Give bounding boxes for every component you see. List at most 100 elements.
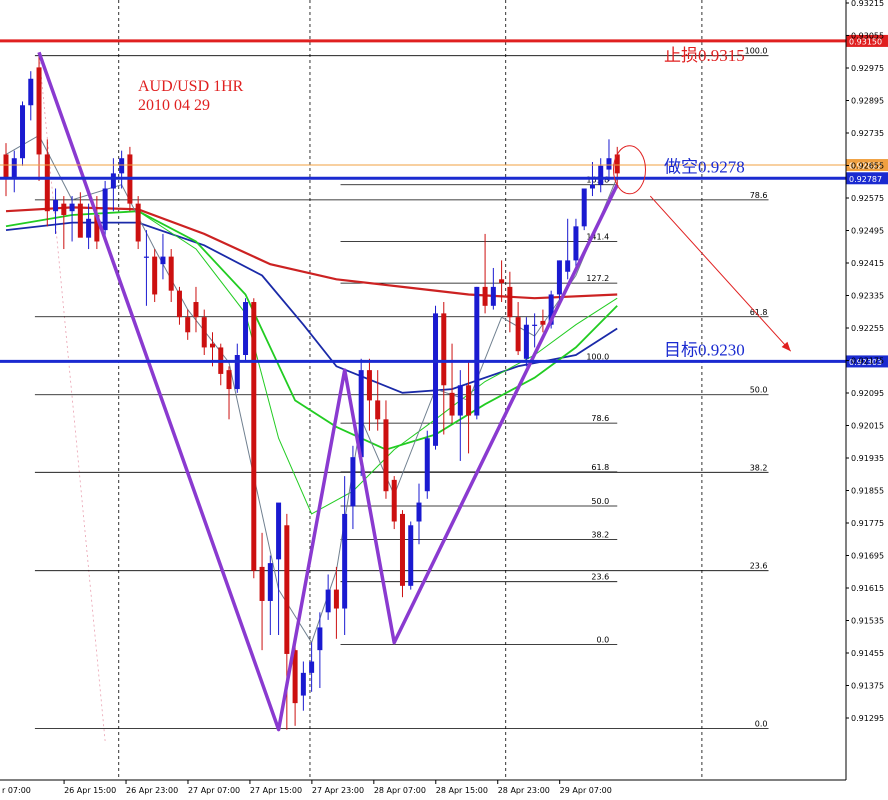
fib-big-label: 50.0 (750, 386, 768, 395)
x-tick-label: 28 Apr 23:00 (498, 786, 550, 795)
candle-body (457, 385, 463, 416)
fib-big-label: 0.0 (755, 719, 768, 728)
level-annotation: 目标0.9230 (664, 340, 745, 359)
candle-body (474, 286, 480, 416)
candle-body (28, 78, 34, 106)
candle-body (424, 438, 430, 492)
price-chart: 161.8141.4127.2100.078.661.850.038.223.6… (0, 0, 888, 795)
candle-body (399, 513, 405, 586)
candle-body (482, 286, 488, 306)
candle-body (532, 324, 538, 326)
candle-body (152, 256, 158, 295)
candle-body (102, 188, 108, 231)
candle-body (375, 400, 381, 420)
candle-body (3, 154, 9, 178)
y-tick-label: 0.91375 (851, 682, 884, 691)
fib-upper-label: 61.8 (591, 463, 609, 472)
candle-body (69, 203, 75, 212)
candle-body (383, 419, 389, 492)
candle-body (86, 218, 92, 238)
candle-body (589, 184, 595, 189)
plot-background (0, 0, 846, 780)
y-tick-label: 0.92255 (851, 324, 884, 333)
candle-body (201, 317, 207, 348)
fib-upper-label: 127.2 (586, 274, 609, 283)
y-tick-label: 0.92175 (851, 357, 884, 366)
candle-body (598, 165, 604, 185)
candle-body (119, 158, 125, 174)
candle-body (606, 158, 612, 170)
fib-upper-label: 23.6 (591, 573, 609, 582)
x-tick-label: 28 Apr 15:00 (436, 786, 488, 795)
candle-body (333, 589, 339, 609)
candle-body (433, 313, 439, 446)
candle-body (515, 317, 521, 352)
candle-body (565, 260, 571, 272)
candle-body (499, 279, 505, 284)
x-tick-label: 27 Apr 07:00 (188, 786, 240, 795)
candle-body (466, 385, 472, 416)
candle-body (350, 457, 356, 507)
y-tick-label: 0.91295 (851, 714, 884, 723)
fib-big-label: 78.6 (750, 191, 768, 200)
candle-body (259, 566, 265, 601)
candle-body (317, 627, 323, 651)
candle-body (168, 256, 174, 291)
candle-body (441, 313, 447, 386)
candle-body (11, 158, 17, 178)
candle-body (20, 105, 26, 159)
y-tick-label: 0.92655 (851, 162, 884, 171)
y-tick-label: 0.91455 (851, 649, 884, 658)
candle-body (61, 203, 67, 215)
y-tick-label: 0.91695 (851, 552, 884, 561)
y-tick-label: 0.91775 (851, 519, 884, 528)
candle-body (325, 589, 331, 613)
candle-body (408, 525, 414, 586)
candle-body (110, 173, 116, 189)
candle-body (507, 286, 513, 318)
y-tick-label: 0.91935 (851, 454, 884, 463)
y-tick-label: 0.92575 (851, 194, 884, 203)
x-tick-label: 26 Apr 15:00 (64, 786, 116, 795)
fib-upper-label: 0.0 (597, 635, 610, 644)
candle-body (284, 525, 290, 654)
x-tick-label: 28 Apr 07:00 (374, 786, 426, 795)
candle-body (300, 672, 306, 696)
y-tick-label: 0.92975 (851, 64, 884, 73)
level-annotation: 止损0.9315 (664, 46, 745, 65)
candle-body (210, 343, 215, 348)
candle-body (53, 199, 59, 212)
candle-body (193, 302, 199, 318)
candle-body (226, 370, 232, 390)
chart-subtitle: 2010 04 29 (138, 97, 210, 114)
candle-body (581, 188, 587, 227)
candle-body (416, 502, 422, 522)
candle-body (342, 513, 348, 609)
level-annotation: 做空0.9278 (664, 157, 745, 176)
candle-body (176, 290, 182, 318)
x-tick-label: 26 Apr 23:00 (126, 786, 178, 795)
y-tick-label: 0.92335 (851, 292, 884, 301)
y-tick-label: 0.92895 (851, 97, 884, 106)
fib-upper-label: 78.6 (591, 414, 609, 423)
y-tick-label: 0.93055 (851, 32, 884, 41)
y-tick-label: 0.92735 (851, 129, 884, 138)
candle-body (160, 256, 166, 265)
candle-body (276, 502, 282, 560)
fib-big-label: 38.2 (750, 463, 768, 472)
candle-body (366, 370, 372, 401)
candle-body (185, 317, 191, 333)
candle-body (540, 320, 546, 325)
fib-upper-label: 38.2 (591, 531, 609, 540)
y-tick-label: 0.92095 (851, 389, 884, 398)
candle-body (243, 302, 249, 355)
y-tick-label: 0.93215 (851, 0, 884, 8)
x-tick-label: r 07:00 (2, 786, 31, 795)
y-tick-label: 0.91535 (851, 617, 884, 626)
candle-body (556, 260, 562, 295)
price-axis: 0.93215 0.93055 0.92975 0.92895 0.92735 0.926… (845, 0, 884, 780)
candle-body (449, 392, 455, 416)
candle-body (36, 67, 42, 155)
candle-body (77, 203, 83, 238)
candle-body (573, 226, 579, 261)
